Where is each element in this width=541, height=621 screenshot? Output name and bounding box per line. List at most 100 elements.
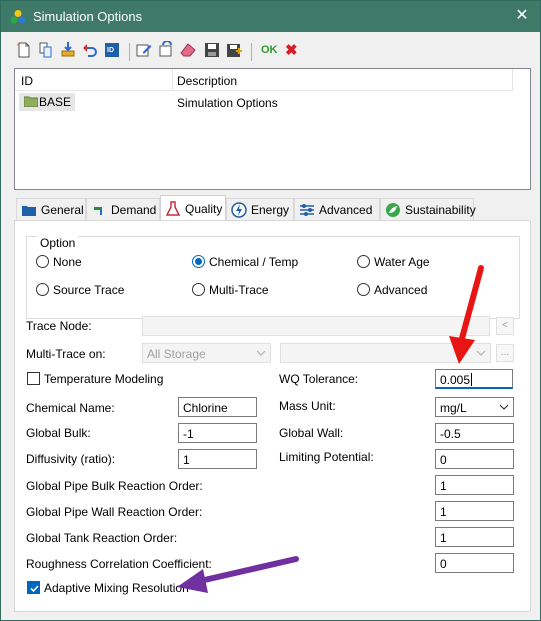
global-wall-label: Global Wall: — [279, 426, 344, 440]
radio-label: Water Age — [374, 255, 430, 269]
window-title: Simulation Options — [33, 9, 143, 24]
tab-energy[interactable]: Energy — [226, 198, 294, 220]
erase-icon[interactable] — [179, 41, 199, 61]
edit-icon[interactable] — [135, 41, 155, 61]
radio-circle — [36, 283, 49, 296]
id-icon[interactable]: ID — [103, 41, 123, 61]
multi-trace-value: All Storage — [147, 347, 206, 361]
simulation-options-window: Simulation Options ✕ ID OK ✖ ID Descript… — [0, 0, 541, 621]
checkbox-box — [27, 372, 40, 385]
roughness-coeff-field[interactable]: 0 — [435, 553, 514, 573]
row-description: Simulation Options — [177, 96, 278, 110]
trace-node-browse-button[interactable]: < — [496, 317, 514, 335]
radio-circle-selected — [192, 255, 205, 268]
multi-trace-browse-button[interactable]: ... — [496, 344, 514, 362]
option-group-title: Option — [37, 236, 79, 250]
folder-icon — [24, 96, 38, 107]
trace-node-label: Trace Node: — [26, 319, 92, 333]
diffusivity-field[interactable]: 1 — [178, 449, 257, 469]
wq-tolerance-label: WQ Tolerance: — [279, 372, 359, 386]
roughness-coeff-label: Roughness Correlation Coefficient: — [26, 557, 212, 571]
checkbox-label: Temperature Modeling — [44, 372, 164, 386]
undo-icon[interactable] — [81, 41, 101, 61]
pipe-bulk-order-field[interactable]: 1 — [435, 475, 514, 495]
list-header: ID Description — [15, 69, 513, 91]
option-group: Option None Chemical / Temp Water Age So… — [26, 236, 520, 319]
flask-icon — [165, 201, 181, 216]
tab-label: Quality — [185, 202, 223, 216]
trace-node-field[interactable] — [142, 316, 490, 336]
row-id-cell: BASE — [19, 93, 76, 111]
column-divider — [512, 69, 513, 91]
checkbox-box-checked — [27, 581, 40, 594]
rename-icon[interactable] — [157, 40, 177, 61]
mass-unit-dropdown[interactable]: mg/L — [435, 397, 514, 417]
limiting-potential-label: Limiting Potential: — [279, 450, 374, 464]
global-bulk-label: Global Bulk: — [26, 426, 91, 440]
row-id: BASE — [39, 95, 72, 109]
wq-tolerance-field[interactable]: 0.005 — [435, 369, 513, 389]
column-header-description[interactable]: Description — [177, 74, 237, 88]
tab-demand[interactable]: Demand — [86, 198, 160, 220]
multi-trace-label: Multi-Trace on: — [26, 347, 106, 361]
radio-label: Source Trace — [53, 283, 125, 297]
new-icon[interactable] — [15, 41, 35, 61]
tab-label: Demand — [111, 203, 157, 217]
title-bar: Simulation Options ✕ — [1, 1, 540, 32]
column-divider — [172, 69, 173, 91]
chevron-down-icon — [476, 350, 486, 356]
list-row[interactable]: BASE Simulation Options — [15, 93, 512, 113]
global-wall-field[interactable]: -0.5 — [435, 423, 514, 443]
tank-order-field[interactable]: 1 — [435, 527, 514, 547]
pipe-wall-order-label: Global Pipe Wall Reaction Order: — [26, 505, 203, 519]
radio-circle — [36, 255, 49, 268]
radio-label: Chemical / Temp — [209, 255, 299, 269]
save-icon[interactable] — [203, 41, 223, 61]
tank-order-label: Global Tank Reaction Order: — [26, 531, 178, 545]
global-bulk-field[interactable]: -1 — [178, 423, 257, 443]
ok-button[interactable]: OK — [261, 44, 278, 56]
wq-tolerance-value: 0.005 — [440, 373, 471, 387]
pipe-wall-order-field[interactable]: 1 — [435, 501, 514, 521]
radio-label: None — [53, 255, 82, 269]
leaf-icon — [386, 203, 400, 217]
svg-text:ID: ID — [107, 47, 114, 54]
tab-general[interactable]: General — [16, 198, 86, 220]
toolbar-separator — [129, 43, 130, 61]
limiting-potential-field[interactable]: 0 — [435, 449, 514, 469]
radio-circle — [357, 255, 370, 268]
radio-circle — [192, 283, 205, 296]
app-icon — [10, 10, 26, 24]
save-as-icon[interactable] — [225, 41, 245, 61]
mass-unit-value: mg/L — [440, 401, 467, 415]
faucet-icon — [94, 207, 102, 215]
diffusivity-label: Diffusivity (ratio): — [26, 452, 116, 466]
radio-circle — [357, 283, 370, 296]
scenario-list[interactable]: ID Description BASE Simulation Options — [14, 68, 531, 190]
tab-label: Energy — [251, 203, 290, 217]
cancel-button[interactable]: ✖ — [285, 41, 298, 59]
multi-trace-second-dropdown[interactable] — [280, 343, 491, 363]
tab-label: Advanced — [319, 203, 373, 217]
tab-advanced[interactable]: Advanced — [294, 198, 380, 220]
mass-unit-label: Mass Unit: — [279, 399, 336, 413]
chevron-down-icon — [499, 404, 509, 410]
radio-label: Multi-Trace — [209, 283, 269, 297]
energy-icon — [231, 202, 247, 218]
checkbox-label: Adaptive Mixing Resolution — [44, 581, 189, 595]
pipe-bulk-order-label: Global Pipe Bulk Reaction Order: — [26, 479, 203, 493]
radio-label: Advanced — [374, 283, 428, 297]
import-icon[interactable] — [59, 41, 79, 61]
copy-icon[interactable] — [37, 41, 57, 61]
column-header-id[interactable]: ID — [21, 74, 33, 88]
multi-trace-dropdown[interactable]: All Storage — [142, 343, 271, 363]
tab-label: Sustainability — [405, 203, 476, 217]
close-button[interactable]: ✕ — [510, 5, 534, 27]
quality-panel: Option None Chemical / Temp Water Age So… — [14, 220, 531, 612]
chemical-name-field[interactable]: Chlorine — [178, 397, 257, 417]
text-caret — [471, 373, 473, 386]
check-icon — [30, 585, 39, 593]
tab-sustainability[interactable]: Sustainability — [380, 198, 476, 220]
tab-label: General — [41, 203, 84, 217]
tab-quality[interactable]: Quality — [160, 195, 226, 221]
